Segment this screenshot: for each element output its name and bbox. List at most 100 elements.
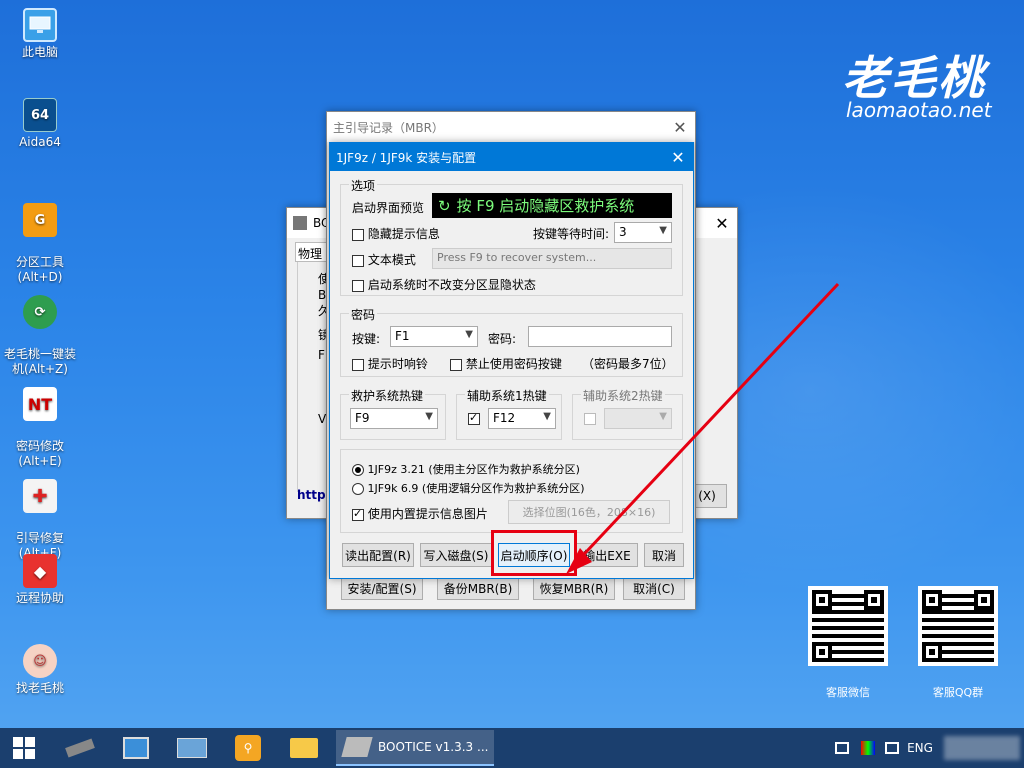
key-select[interactable]: F1 ▼ [390, 326, 478, 347]
tray-display[interactable] [880, 728, 904, 768]
taskbar-pin-monitor[interactable] [112, 728, 160, 768]
start-button[interactable] [0, 728, 48, 768]
taskbar-pin-ram[interactable] [56, 728, 104, 768]
no-change-checkbox[interactable] [352, 279, 364, 292]
desktop-icon-label: Aida64 [19, 135, 61, 149]
password-note: （密码最多7位） [582, 357, 674, 371]
color-palette-icon [861, 741, 875, 755]
close-icon[interactable]: ✕ [663, 143, 693, 171]
disable-pwd-key-checkbox[interactable] [450, 358, 462, 371]
tab-physical[interactable]: 物理 [295, 242, 329, 262]
brand-url: laomaotao.net [846, 98, 992, 122]
aux2-hotkey-title: 辅助系统2热键 [581, 387, 665, 404]
chevron-down-icon: ▼ [543, 411, 551, 422]
partition-tool-icon: G [23, 203, 57, 237]
taskbar: ⚲ BOOTICE v1.3.3 ... ENG [0, 728, 1024, 768]
aux1-checkbox[interactable] [468, 411, 480, 425]
monitor-icon [123, 737, 149, 759]
text-mode-input[interactable]: Press F9 to recover system... [432, 248, 672, 269]
aux1-hotkey-select[interactable]: F12 ▼ [488, 408, 556, 429]
taskbar-pin-search[interactable]: ⚲ [224, 728, 272, 768]
qr-label-qq-group: 客服QQ群 [932, 686, 984, 699]
boot-repair-icon: ✚ [23, 479, 57, 513]
cancel-button[interactable]: 取消 [644, 543, 684, 567]
hide-tips-checkbox[interactable] [352, 228, 364, 241]
config-dialog-title: 1JF9z / 1JF9k 安装与配置 [336, 150, 477, 165]
install-config-button[interactable]: 安装/配置(S) [341, 576, 423, 600]
taskbar-app-label: BOOTICE v1.3.3 ... [378, 740, 489, 754]
folder-icon [290, 738, 318, 758]
magnifier-icon: ⚲ [235, 735, 261, 761]
password-label: 密码: [488, 332, 517, 346]
bootice-title: BO [293, 216, 330, 231]
text-mode-option[interactable]: 文本模式 [352, 251, 416, 268]
backup-mbr-button[interactable]: 备份MBR(B) [437, 576, 519, 600]
version-radio-1jf9k[interactable]: 1JF9k 6.9 (使用逻辑分区作为救护系统分区) [352, 480, 585, 496]
select-bitmap-button[interactable]: 选择位图(16色，208×16) [508, 500, 670, 524]
taskbar-pin-keyboard[interactable] [168, 728, 216, 768]
password-change-icon: NT [23, 387, 57, 421]
beep-option[interactable]: 提示时响铃 [352, 355, 428, 372]
write-disk-button[interactable]: 写入磁盘(S) [420, 543, 492, 567]
onekey-install-icon: ⟳ [23, 295, 57, 329]
close-icon[interactable]: ✕ [665, 113, 695, 141]
desktop-icon-remote-assist[interactable]: ◆ 远程协助 [2, 554, 78, 606]
aida64-icon: 64 [23, 98, 57, 132]
qr-code-wechat [808, 586, 888, 666]
annotation-highlight-box [491, 530, 577, 576]
beep-checkbox[interactable] [352, 358, 364, 371]
mbr-titlebar: 主引导记录（MBR） ✕ [327, 112, 695, 142]
chevron-down-icon: ▼ [659, 225, 667, 236]
chevron-down-icon: ▼ [425, 411, 433, 422]
chevron-down-icon: ▼ [659, 411, 667, 422]
preview-label: 启动界面预览 [352, 201, 425, 215]
close-icon[interactable]: ✕ [707, 209, 737, 237]
desktop-icon-label: 找老毛桃 [15, 681, 64, 695]
restore-mbr-button[interactable]: 恢复MBR(R) [533, 576, 615, 600]
wait-time-select[interactable]: 3 ▼ [614, 222, 672, 243]
tray-clock-blurred [944, 736, 1020, 760]
radio-1jf9z[interactable] [352, 464, 364, 476]
config-dialog: 1JF9z / 1JF9k 安装与配置 ✕ 选项 启动界面预览 ↻ 按 F9 启动… [329, 142, 694, 579]
aux2-hotkey-select[interactable]: ▼ [604, 408, 672, 429]
export-exe-button[interactable]: 输出EXE [576, 543, 638, 567]
snippet: F [318, 348, 325, 362]
disable-pwd-key-option[interactable]: 禁止使用密码按键 [450, 355, 562, 372]
find-laomaotao-icon: ☺ [23, 644, 57, 678]
desktop-icon-find-laomaotao[interactable]: ☺ 找老毛桃 [2, 644, 78, 696]
cancel-mbr-button[interactable]: 取消(C) [623, 576, 685, 600]
password-input[interactable] [528, 326, 672, 347]
desktop-icon-this-pc[interactable]: 此电脑 [2, 8, 78, 60]
hide-tips-option[interactable]: 隐藏提示信息 [352, 225, 440, 242]
desktop-icon-label: 远程协助 [15, 591, 64, 605]
no-change-option[interactable]: 启动系统时不改变分区显隐状态 [352, 276, 536, 293]
taskbar-pin-explorer[interactable] [280, 728, 328, 768]
network-icon [835, 742, 849, 754]
use-builtin-image-option[interactable]: 使用内置提示信息图片 [352, 505, 488, 522]
ram-chip-icon [65, 738, 95, 758]
keyboard-icon [177, 738, 207, 758]
tray-color[interactable] [856, 728, 880, 768]
taskbar-app-bootice[interactable]: BOOTICE v1.3.3 ... [336, 730, 494, 766]
computer-icon [23, 8, 57, 42]
display-icon [885, 742, 899, 754]
version-radio-1jf9z[interactable]: 1JF9z 3.21 (使用主分区作为救护系统分区) [352, 461, 580, 477]
boot-preview: ↻ 按 F9 启动隐藏区救护系统 [432, 193, 672, 218]
desktop-icon-aida64[interactable]: 64 Aida64 [2, 98, 78, 150]
rescue-hotkey-select[interactable]: F9 ▼ [350, 408, 438, 429]
windows-logo-icon [13, 737, 35, 759]
refresh-icon: ↻ [438, 196, 451, 215]
password-group-title: 密码 [349, 306, 378, 323]
read-config-button[interactable]: 读出配置(R) [342, 543, 414, 567]
config-dialog-titlebar: 1JF9z / 1JF9k 安装与配置 ✕ [330, 143, 693, 171]
tray-language[interactable]: ENG [902, 728, 938, 768]
tray-network[interactable] [830, 728, 854, 768]
aux2-checkbox[interactable] [584, 413, 596, 425]
use-builtin-image-checkbox[interactable] [352, 507, 364, 521]
bootice-app-icon [341, 737, 373, 757]
rescue-hotkey-title: 救护系统热键 [349, 387, 426, 404]
qr-label-wechat: 客服微信 [826, 686, 870, 699]
radio-1jf9k[interactable] [352, 483, 364, 495]
key-label: 按键: [352, 332, 381, 346]
text-mode-checkbox[interactable] [352, 254, 364, 267]
